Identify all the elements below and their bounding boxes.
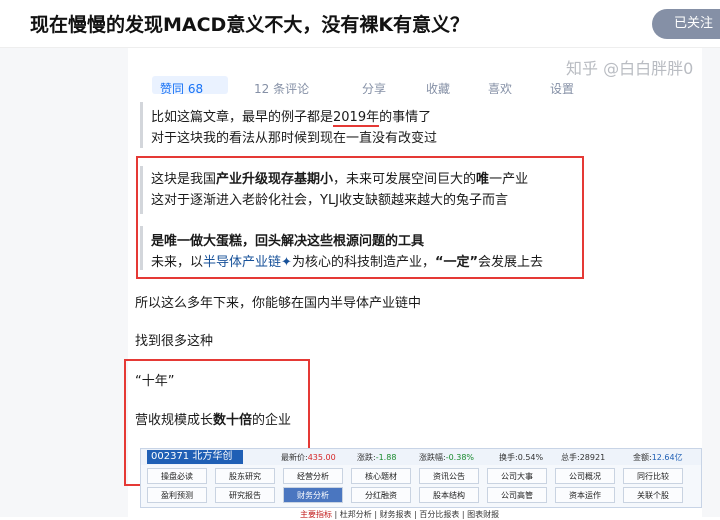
settings-button[interactable]: 设置 bbox=[550, 80, 574, 94]
stock-tab[interactable]: 同行比较 bbox=[623, 468, 683, 484]
subnav-item[interactable]: 财务报表 bbox=[380, 510, 412, 519]
box1-line2: 这对于逐渐进入老龄化社会，YLJ收支缺额越来越大的兔子而言 bbox=[151, 193, 509, 208]
stock-change-pct: 涨跌幅:-0.38% bbox=[419, 453, 475, 462]
stock-widget-image: 002371 北方华创 最新价:435.00 涨跌:-1.88 涨跌幅:-0.3… bbox=[140, 448, 702, 508]
stock-subnav: 主要指标 | 杜邦分析 | 财务报表 | 百分比报表 | 图表财报 bbox=[300, 510, 500, 519]
comments-button[interactable]: 12 条评论 bbox=[254, 80, 309, 94]
left-background bbox=[0, 48, 128, 517]
semiconductor-link[interactable]: 半导体产业链 bbox=[203, 255, 281, 270]
stock-tab[interactable]: 股本结构 bbox=[419, 487, 479, 503]
stock-tab[interactable]: 公司概况 bbox=[555, 468, 615, 484]
stock-tab[interactable]: 公司大事 bbox=[487, 468, 547, 484]
question-header: 现在慢慢的发现MACD意义不大，没有裸K有意义？ 已关注 bbox=[0, 0, 720, 48]
answer-toolbar: 赞同 68 12 条评论 分享 收藏 喜欢 设置 bbox=[150, 76, 710, 94]
box2-line1: “十年” bbox=[135, 374, 175, 389]
stock-tab[interactable]: 公司高管 bbox=[487, 487, 547, 503]
paragraph-1: 所以这么多年下来，你能够在国内半导体产业链中 bbox=[135, 296, 422, 311]
right-background bbox=[702, 48, 720, 517]
quote1-line2: 对于这块我的看法从那时候到现在一直没有改变过 bbox=[151, 131, 438, 146]
stock-amount: 金额:12.64亿 bbox=[633, 453, 683, 462]
stock-tab[interactable]: 研究报告 bbox=[215, 487, 275, 503]
stock-turnover: 换手:0.54% bbox=[499, 453, 544, 462]
stock-tab[interactable]: 分红融资 bbox=[351, 487, 411, 503]
stock-tab[interactable]: 股东研究 bbox=[215, 468, 275, 484]
favorite-button[interactable]: 收藏 bbox=[426, 80, 450, 94]
stock-tab[interactable]: 核心题材 bbox=[351, 468, 411, 484]
upvote-label[interactable]: 赞同 68 bbox=[160, 80, 203, 94]
follow-button[interactable]: 已关注 bbox=[652, 9, 720, 39]
subnav-item[interactable]: 杜邦分析 bbox=[340, 510, 372, 519]
like-button[interactable]: 喜欢 bbox=[488, 80, 512, 94]
year-highlight: 2019年 bbox=[333, 110, 380, 127]
subnav-item[interactable]: 图表财报 bbox=[467, 510, 499, 519]
subnav-item[interactable]: 百分比报表 bbox=[419, 510, 459, 519]
question-title: 现在慢慢的发现MACD意义不大，没有裸K有意义？ bbox=[30, 14, 470, 36]
box1-line1: 这块是我国产业升级现存基期小，未来可发展空间巨大的唯一产业 bbox=[151, 172, 529, 187]
stock-tab[interactable]: 资讯公告 bbox=[419, 468, 479, 484]
link-sparkle-icon: ✦ bbox=[281, 255, 292, 270]
box1-line3: 是唯一做大蛋糕，回头解决这些根源问题的工具 bbox=[151, 234, 425, 249]
subnav-item[interactable]: 主要指标 bbox=[300, 510, 332, 519]
stock-tab[interactable]: 关联个股 bbox=[623, 487, 683, 503]
box1-line4: 未来，以半导体产业链✦为核心的科技制造产业，“一定”会发展上去 bbox=[151, 255, 544, 270]
quote-bar bbox=[140, 226, 143, 270]
stock-tab[interactable]: 盈利预测 bbox=[147, 487, 207, 503]
stock-code-name: 002371 北方华创 bbox=[147, 450, 243, 464]
paragraph-2: 找到很多这种 bbox=[135, 334, 214, 349]
stock-tab[interactable]: 资本运作 bbox=[555, 487, 615, 503]
stock-tab[interactable]: 经营分析 bbox=[283, 468, 343, 484]
stock-tab[interactable]: 操盘必读 bbox=[147, 468, 207, 484]
quote1-line1: 比如这篇文章，最早的例子都是2019年的事情了 bbox=[151, 110, 432, 127]
quote-bar bbox=[140, 166, 143, 214]
box2-line2: 营收规模成长数十倍的企业 bbox=[135, 413, 292, 428]
quote-bar bbox=[140, 102, 143, 148]
stock-latest-price: 最新价:435.00 bbox=[281, 453, 336, 462]
stock-tab-active[interactable]: 财务分析 bbox=[283, 487, 343, 503]
stock-volume: 总手:28921 bbox=[561, 453, 606, 462]
stock-change: 涨跌:-1.88 bbox=[357, 453, 397, 462]
share-button[interactable]: 分享 bbox=[362, 80, 386, 94]
